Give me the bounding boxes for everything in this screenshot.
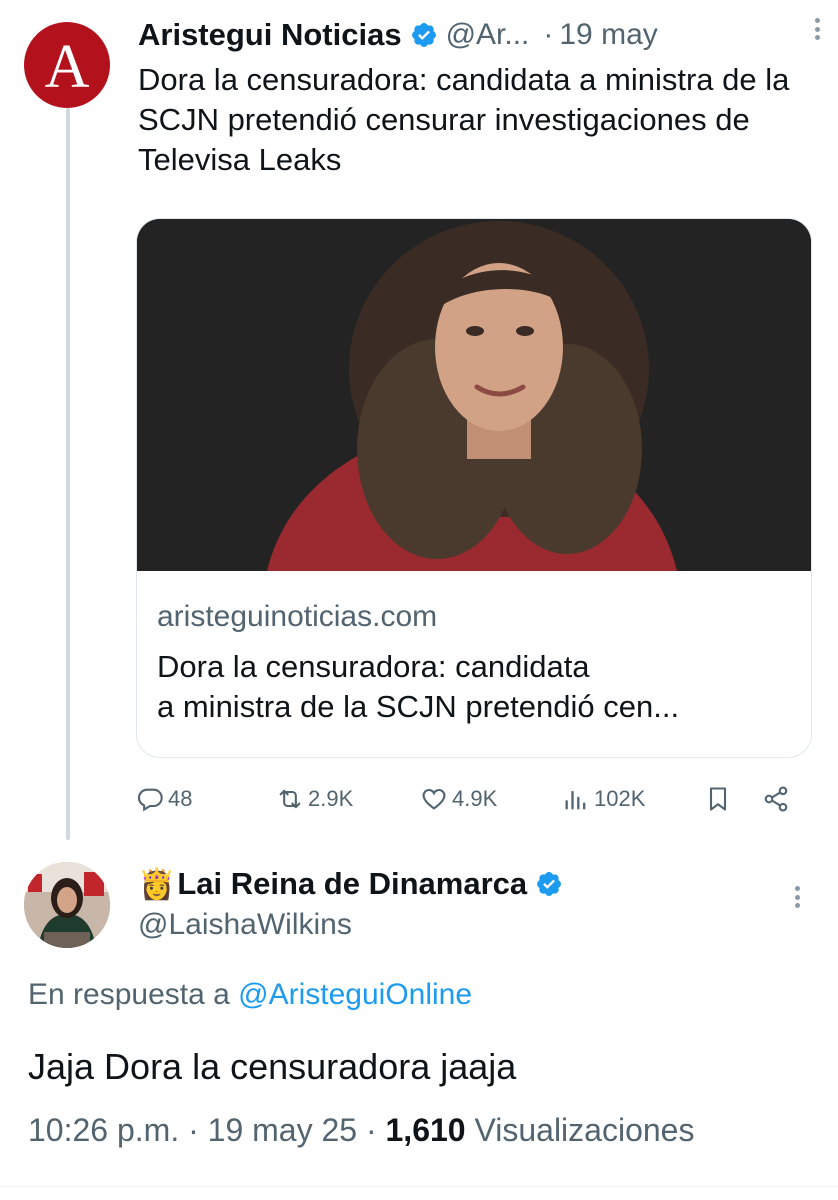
reply-handle-link[interactable]: @AristeguiOnline	[238, 978, 472, 1011]
tweet1-author-name[interactable]: Aristegui Noticias	[138, 17, 402, 53]
card-image	[137, 219, 811, 571]
tweet1-date[interactable]: 19 may	[559, 18, 657, 52]
avatar-letter: A	[44, 33, 90, 101]
tweet2-views-count: 1,610	[385, 1112, 466, 1148]
card-photo	[137, 219, 811, 571]
tweet1-handle[interactable]: @Ar...	[446, 18, 530, 52]
crown-emoji-icon: 👸	[138, 867, 176, 901]
reply-button[interactable]: 48	[136, 776, 192, 822]
verified-badge-icon	[537, 872, 562, 896]
like-button[interactable]: 4.9K	[420, 776, 497, 822]
tweet1-text: Dora la censuradora: candidata a ministr…	[138, 62, 790, 177]
tweet2-meta: 10:26 p.m. · 19 may 25 · 1,610 Visualiza…	[28, 1112, 694, 1149]
separator-dot: ·	[365, 1112, 377, 1148]
divider	[0, 1186, 838, 1187]
card-title-line1: Dora la censuradora: candidata	[157, 649, 590, 684]
more-icon[interactable]	[790, 882, 804, 912]
separator-dot: ·	[188, 1112, 199, 1148]
avatar-aristegui[interactable]: A	[24, 22, 110, 108]
card-meta: aristeguinoticias.com Dora la censurador…	[157, 597, 797, 727]
tweet2-header: 👸 Lai Reina de Dinamarca	[138, 860, 571, 908]
bookmark-button[interactable]	[704, 776, 736, 822]
repost-button[interactable]: 2.9K	[276, 776, 353, 822]
share-icon	[764, 786, 788, 812]
avatar-laisha[interactable]	[24, 862, 110, 948]
verified-badge-icon	[411, 23, 436, 47]
reply-count: 48	[168, 786, 193, 811]
views-button[interactable]: 102K	[562, 776, 645, 822]
reply-prefix: En respuesta a	[28, 978, 230, 1011]
tweet2-time[interactable]: 10:26 p.m.	[28, 1112, 179, 1148]
tweet2-handle[interactable]: @LaishaWilkins	[138, 908, 352, 942]
tweet2-text: Jaja Dora la censuradora jaaja	[28, 1046, 517, 1087]
link-preview-card[interactable]: aristeguinoticias.com Dora la censurador…	[136, 218, 812, 758]
tweet2-date[interactable]: 19 may 25	[208, 1112, 357, 1148]
reply-icon	[137, 788, 163, 812]
tweet1-actions: 48 2.9K 4.9K 102K	[136, 776, 812, 822]
share-button[interactable]	[762, 776, 794, 822]
views-icon	[565, 790, 586, 810]
tweet2-views-label: Visualizaciones	[474, 1112, 695, 1148]
tweet1-header: Aristegui Noticias @Ar... · 19 may	[138, 12, 818, 58]
card-title: Dora la censuradora: candidata a ministr…	[157, 647, 797, 727]
avatar-photo	[24, 862, 110, 948]
separator-dot: ·	[543, 18, 554, 51]
repost-count: 2.9K	[308, 786, 354, 811]
more-icon[interactable]	[810, 14, 824, 44]
thread-connector-line	[66, 108, 70, 840]
repost-icon	[279, 789, 301, 809]
views-count: 102K	[594, 786, 646, 811]
tweet2-author-name[interactable]: Lai Reina de Dinamarca	[177, 866, 527, 902]
card-domain: aristeguinoticias.com	[157, 600, 438, 633]
like-icon	[422, 788, 446, 810]
reply-context: En respuesta a @AristeguiOnline	[28, 978, 472, 1012]
like-count: 4.9K	[452, 786, 498, 811]
card-title-line2: a ministra de la SCJN pretendió cen...	[157, 689, 680, 724]
bookmark-icon	[709, 787, 727, 811]
